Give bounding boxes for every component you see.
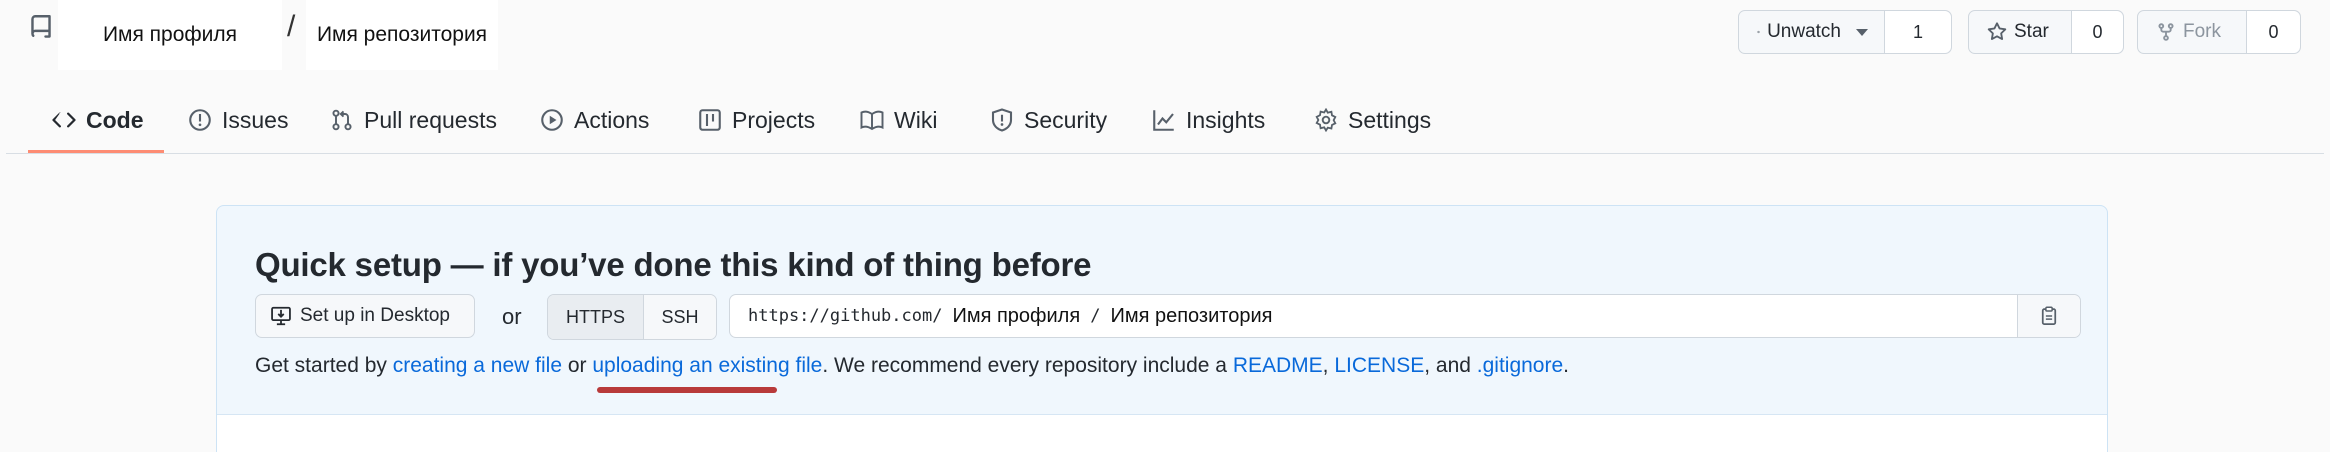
help-text-3: . We recommend every repository include … bbox=[822, 354, 1233, 377]
fork-label: Fork bbox=[2183, 21, 2221, 42]
issue-icon bbox=[189, 109, 211, 131]
help-text-1: Get started by bbox=[255, 354, 393, 377]
star-label: Star bbox=[2014, 21, 2049, 42]
quick-setup-title: Quick setup — if you’ve done this kind o… bbox=[255, 246, 1092, 283]
pull-request-icon bbox=[332, 109, 352, 131]
tab-actions-label: Actions bbox=[574, 106, 650, 133]
or-text: or bbox=[502, 304, 522, 329]
gitignore-link[interactable]: .gitignore bbox=[1477, 354, 1563, 377]
url-repo: Имя репозитория bbox=[1110, 304, 1273, 327]
tab-projects[interactable]: Projects bbox=[698, 90, 815, 150]
gear-icon bbox=[1315, 108, 1337, 132]
tab-insights-label: Insights bbox=[1186, 106, 1266, 133]
owner-name: Имя профиля bbox=[102, 23, 238, 46]
tab-code-label: Code bbox=[86, 106, 144, 133]
eye-icon bbox=[1757, 30, 1761, 34]
help-text-4: , bbox=[1322, 354, 1335, 377]
panel-bottom-section bbox=[217, 414, 2107, 452]
fork-button[interactable]: Fork bbox=[2138, 11, 2246, 53]
code-icon bbox=[52, 112, 76, 128]
desktop-download-icon bbox=[271, 306, 291, 326]
fork-count[interactable]: 0 bbox=[2246, 11, 2300, 53]
setup-in-desktop-button[interactable]: Set up in Desktop bbox=[255, 294, 475, 338]
tab-issues[interactable]: Issues bbox=[188, 90, 288, 150]
tab-projects-label: Projects bbox=[732, 106, 816, 133]
tab-settings-label: Settings bbox=[1348, 106, 1432, 133]
tab-wiki-label: Wiki bbox=[894, 106, 938, 133]
readme-link[interactable]: README bbox=[1233, 354, 1323, 377]
url-owner: Имя профиля bbox=[952, 304, 1081, 327]
star-button-group: Star 0 bbox=[1968, 10, 2124, 54]
help-text-6: . bbox=[1563, 354, 1569, 377]
tab-settings[interactable]: Settings bbox=[1314, 90, 1431, 150]
upload-existing-file-link[interactable]: uploading an existing file bbox=[592, 354, 822, 377]
repo-icon bbox=[31, 15, 51, 38]
breadcrumb-separator: / bbox=[287, 10, 296, 43]
tab-security-label: Security bbox=[1024, 106, 1108, 133]
tab-pull-requests-label: Pull requests bbox=[364, 106, 497, 133]
graph-icon bbox=[1153, 110, 1174, 131]
tabs-divider bbox=[6, 153, 2324, 154]
create-new-file-link[interactable]: creating a new file bbox=[393, 354, 562, 377]
clone-url-text: https://github.com/ Имя профиля / Имя ре… bbox=[730, 305, 2017, 328]
repo-header: Имя профиля / Имя репозитория Unwatch 1 … bbox=[0, 0, 2330, 70]
copy-url-button[interactable] bbox=[2017, 295, 2080, 337]
star-button[interactable]: Star bbox=[1969, 11, 2071, 53]
repo-link[interactable]: Имя репозитория bbox=[306, 0, 498, 70]
watch-count[interactable]: 1 bbox=[1884, 11, 1951, 53]
shield-icon bbox=[991, 108, 1013, 132]
play-icon bbox=[541, 109, 563, 131]
help-text-2: or bbox=[562, 354, 593, 377]
tab-code[interactable]: Code bbox=[52, 90, 144, 150]
chevron-down-icon bbox=[1856, 28, 1868, 36]
fork-icon bbox=[2158, 23, 2174, 41]
unwatch-label: Unwatch bbox=[1767, 21, 1841, 42]
tab-actions[interactable]: Actions bbox=[540, 90, 649, 150]
tab-issues-label: Issues bbox=[222, 106, 289, 133]
clipboard-icon bbox=[2041, 306, 2057, 325]
star-count[interactable]: 0 bbox=[2071, 11, 2123, 53]
star-icon bbox=[1987, 22, 2007, 40]
protocol-toggle: HTTPS SSH bbox=[547, 294, 717, 340]
help-text-5: , and bbox=[1424, 354, 1477, 377]
annotation-underline bbox=[597, 387, 777, 393]
tab-security[interactable]: Security bbox=[990, 90, 1107, 150]
tab-insights[interactable]: Insights bbox=[1152, 90, 1265, 150]
repo-nav-tabs: Code Issues Pull requests Actions Projec… bbox=[0, 90, 2330, 154]
license-link[interactable]: LICENSE bbox=[1334, 354, 1424, 377]
setup-in-desktop-label: Set up in Desktop bbox=[300, 305, 450, 326]
repo-name: Имя репозитория bbox=[316, 23, 488, 46]
url-slash: / bbox=[1090, 306, 1101, 326]
watch-button-group: Unwatch 1 bbox=[1738, 10, 1952, 54]
ssh-button[interactable]: SSH bbox=[644, 295, 716, 339]
clone-url-field[interactable]: https://github.com/ Имя профиля / Имя ре… bbox=[729, 294, 2081, 338]
https-button[interactable]: HTTPS bbox=[548, 295, 644, 339]
tab-pull-requests[interactable]: Pull requests bbox=[330, 90, 497, 150]
unwatch-button[interactable]: Unwatch bbox=[1739, 11, 1884, 53]
table-icon bbox=[699, 109, 721, 131]
owner-link[interactable]: Имя профиля bbox=[58, 0, 282, 70]
fork-button-group: Fork 0 bbox=[2137, 10, 2301, 54]
book-icon bbox=[860, 110, 884, 131]
tab-wiki[interactable]: Wiki bbox=[860, 90, 937, 150]
url-prefix: https://github.com/ bbox=[748, 306, 943, 326]
get-started-text: Get started by creating a new file or up… bbox=[255, 354, 1569, 378]
github-repo-page: Имя профиля / Имя репозитория Unwatch 1 … bbox=[0, 0, 2330, 452]
